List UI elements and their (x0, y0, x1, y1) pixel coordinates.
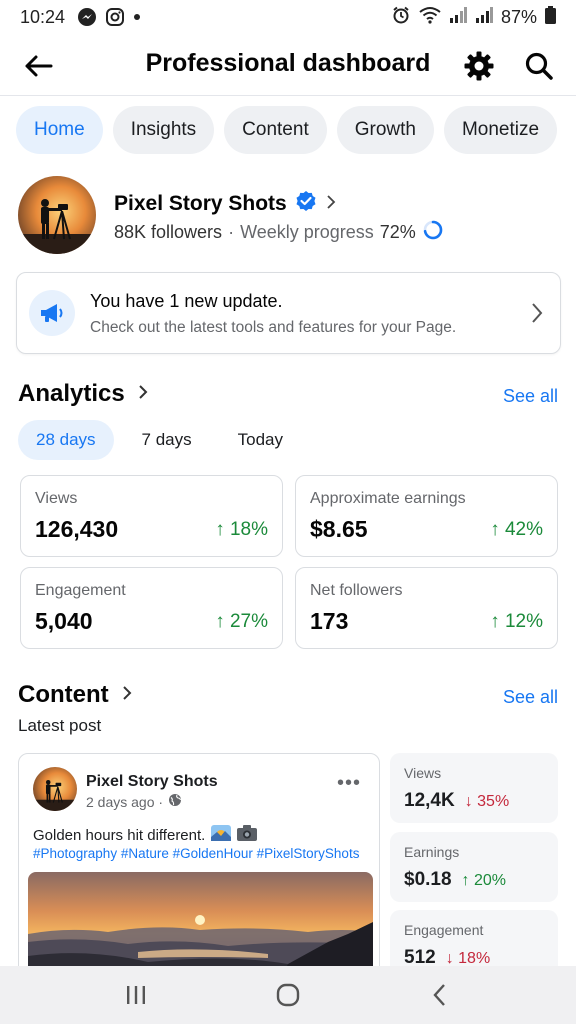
search-icon (525, 52, 553, 80)
metric-value: 5,040 (35, 608, 93, 634)
metric-value: $8.65 (310, 516, 368, 542)
update-card[interactable]: You have 1 new update. Check out the lat… (16, 272, 561, 354)
messenger-icon (77, 7, 97, 27)
metric-card-net-followers[interactable]: Net followers 173 ↑ 12% (295, 567, 558, 649)
metric-label: Engagement (35, 582, 126, 599)
recent-apps-button[interactable] (116, 975, 156, 1015)
content-title: Content (18, 681, 109, 708)
status-time: 10:24 (20, 6, 66, 27)
post-date-row: 2 days ago · (86, 793, 182, 810)
page-name: Pixel Story Shots (114, 192, 287, 215)
tab-content[interactable]: Content (224, 106, 327, 154)
top-app-bar: Professional dashboard (0, 34, 576, 96)
update-subtitle: Check out the latest tools and features … (90, 319, 457, 336)
metric-change: ↑ 42% (490, 519, 543, 540)
wifi-icon (419, 6, 441, 29)
camera-emoji-icon (237, 825, 258, 845)
tab-insights[interactable]: Insights (112, 106, 215, 154)
analytics-see-all-link[interactable]: See all (503, 386, 558, 407)
metric-card-views[interactable]: Views 126,430 ↑ 18% (20, 475, 283, 557)
range-today[interactable]: Today (220, 420, 301, 460)
stat-value: $0.18 (404, 869, 452, 890)
metric-label: Net followers (310, 582, 403, 599)
globe-icon (168, 793, 182, 810)
chevron-right-icon (530, 301, 544, 330)
search-button[interactable] (520, 48, 558, 84)
analytics-heading[interactable]: Analytics (18, 380, 149, 408)
dashboard-tabs: Home Insights Content Growth Monetize (16, 106, 558, 154)
recents-icon (127, 986, 145, 1004)
metric-label: Views (35, 490, 78, 507)
megaphone-icon (29, 290, 75, 336)
stat-label: Views (404, 765, 442, 781)
tab-growth[interactable]: Growth (336, 106, 434, 154)
metric-value: 126,430 (35, 516, 119, 542)
content-see-all-link[interactable]: See all (503, 687, 558, 708)
stat-change: ↑ 20% (461, 872, 507, 889)
notification-dot-icon (133, 13, 141, 21)
stat-change: ↓ 35% (464, 793, 510, 810)
tab-monetize[interactable]: Monetize (443, 106, 558, 154)
metric-card-engagement[interactable]: Engagement 5,040 ↑ 27% (20, 567, 283, 649)
home-circle-icon (276, 983, 300, 1007)
battery-percent: 87% (500, 6, 537, 27)
chevron-right-icon (137, 380, 149, 408)
post-caption: Golden hours hit different. (33, 826, 206, 844)
followers-count: 88K followers (114, 222, 223, 242)
latest-post-card[interactable]: Pixel Story Shots 2 days ago · ••• Golde… (18, 753, 380, 983)
update-title: You have 1 new update. (90, 291, 283, 311)
metric-label: Approximate earnings (310, 490, 466, 507)
back-chevron-icon (433, 984, 445, 1006)
page-name-row[interactable]: Pixel Story Shots (114, 190, 337, 218)
post-author-name: Pixel Story Shots (86, 773, 218, 790)
range-28-days[interactable]: 28 days (18, 420, 114, 460)
home-button[interactable] (268, 975, 308, 1015)
metric-change: ↑ 18% (215, 519, 268, 540)
sunrise-emoji-icon (211, 825, 232, 845)
post-author-avatar (33, 767, 77, 811)
metric-change: ↑ 27% (215, 611, 268, 632)
post-stat-earnings[interactable]: Earnings $0.18 ↑ 20% (390, 832, 558, 902)
alarm-icon (391, 5, 411, 30)
signal-icon (449, 6, 467, 28)
content-heading[interactable]: Content (18, 681, 133, 709)
stat-value: 12,4K (404, 790, 455, 811)
latest-post-label: Latest post (18, 716, 102, 735)
chevron-right-icon (325, 192, 337, 216)
date-range-selector: 28 days 7 days Today (18, 420, 311, 460)
chevron-right-icon (121, 681, 133, 709)
system-back-button[interactable] (420, 975, 460, 1015)
metric-change: ↑ 12% (490, 611, 543, 632)
page-meta: 88K followers · Weekly progress 72% (114, 219, 444, 246)
battery-icon (545, 5, 556, 29)
status-bar: 10:24 87% (0, 0, 576, 34)
page-avatar[interactable] (18, 176, 96, 254)
metric-value: 173 (310, 608, 349, 634)
post-hashtags[interactable]: #Photography #Nature #GoldenHour #PixelS… (33, 846, 359, 861)
post-date: 2 days ago · (86, 793, 164, 810)
stat-label: Engagement (404, 922, 484, 938)
meta-separator: · (228, 222, 235, 242)
range-7-days[interactable]: 7 days (124, 420, 210, 460)
metric-card-earnings[interactable]: Approximate earnings $8.65 ↑ 42% (295, 475, 558, 557)
analytics-title: Analytics (18, 380, 125, 407)
gear-icon (464, 51, 494, 81)
weekly-progress-value: 72% (379, 222, 416, 242)
verified-badge-icon (295, 190, 317, 218)
post-stat-views[interactable]: Views 12,4K ↓ 35% (390, 753, 558, 823)
stat-label: Earnings (404, 844, 460, 860)
signal-icon-2 (475, 6, 493, 28)
progress-ring-icon (422, 219, 444, 246)
more-options-icon[interactable]: ••• (337, 773, 361, 793)
tab-home[interactable]: Home (16, 106, 103, 154)
weekly-progress-label: Weekly progress (240, 222, 374, 242)
instagram-icon (105, 7, 125, 27)
post-caption-row: Golden hours hit different. (33, 825, 258, 845)
system-nav-bar (0, 966, 576, 1024)
settings-button[interactable] (460, 48, 498, 84)
